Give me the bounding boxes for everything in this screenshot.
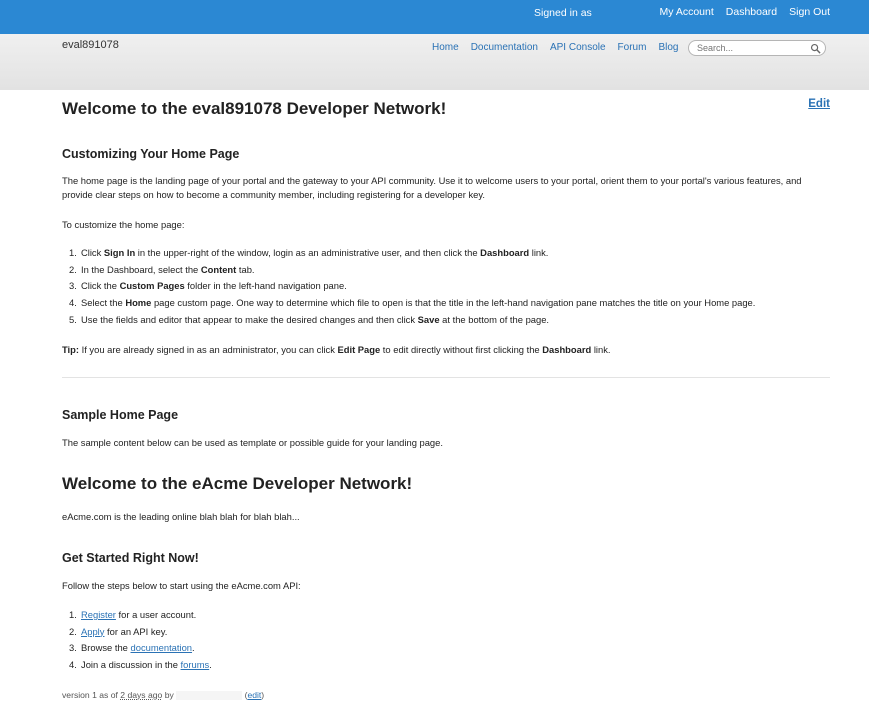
sign-out-link[interactable]: Sign Out bbox=[789, 6, 830, 18]
main-nav: Home Documentation API Console Forum Blo… bbox=[432, 42, 690, 53]
author-name bbox=[176, 691, 243, 701]
customizing-intro: The home page is the landing page of you… bbox=[62, 175, 802, 200]
sample-text: The sample content below can be used as … bbox=[62, 437, 443, 448]
site-header: eval891078 Home Documentation API Consol… bbox=[0, 34, 869, 90]
site-name[interactable]: eval891078 bbox=[62, 39, 119, 51]
list-item: 2. In the Dashboard, select the Content t… bbox=[69, 263, 255, 275]
list-item: 2. Apply for an API key. bbox=[69, 625, 168, 637]
acme-title: Welcome to the eAcme Developer Network! bbox=[62, 474, 413, 493]
page-title: Welcome to the eval891078 Developer Netw… bbox=[62, 99, 447, 118]
version-info: version 1 as of 2 days ago by (edit) bbox=[62, 690, 265, 701]
nav-documentation[interactable]: Documentation bbox=[471, 42, 538, 53]
list-item: 5. Use the fields and editor that appear … bbox=[69, 313, 550, 325]
my-account-link[interactable]: My Account bbox=[659, 6, 713, 18]
to-customize-text: To customize the home page: bbox=[62, 219, 185, 230]
search-box bbox=[688, 40, 826, 56]
list-item: 4. Join a discussion in the forums. bbox=[69, 659, 212, 671]
list-item: 4. Select the Home page custom page. One … bbox=[69, 297, 756, 309]
customize-steps: 1. Click Sign In in the upper-right of th… bbox=[62, 245, 830, 329]
dashboard-link[interactable]: Dashboard bbox=[726, 6, 777, 18]
list-item: 1. Register for a user account. bbox=[69, 609, 197, 620]
register-link[interactable]: Register bbox=[81, 609, 116, 620]
tip-text: Tip: If you are already signed in as an … bbox=[62, 344, 611, 355]
tip-label: Tip: bbox=[62, 344, 80, 355]
apply-link[interactable]: Apply bbox=[81, 626, 104, 637]
version-time: 2 days ago bbox=[120, 690, 163, 700]
edit-link[interactable]: Edit bbox=[808, 98, 830, 110]
acme-steps: 1. Register for a user account. 2. Apply f… bbox=[62, 607, 830, 674]
top-bar: Signed in as My Account Dashboard Sign O… bbox=[0, 0, 869, 34]
list-item: 1. Click Sign In in the upper-right of th… bbox=[69, 247, 549, 258]
signed-in-label: Signed in as bbox=[534, 7, 592, 19]
acme-tagline: eAcme.com is the leading online blah bla… bbox=[62, 511, 300, 522]
divider bbox=[62, 377, 830, 378]
forums-link[interactable]: forums bbox=[181, 659, 210, 670]
follow-text: Follow the steps below to start using th… bbox=[62, 580, 301, 591]
get-started-heading: Get Started Right Now! bbox=[62, 551, 199, 565]
list-item: 3. Click the Custom Pages folder in the l… bbox=[69, 280, 347, 292]
version-edit-link[interactable]: edit bbox=[247, 690, 261, 700]
account-links: My Account Dashboard Sign Out bbox=[647, 6, 830, 18]
nav-home[interactable]: Home bbox=[432, 42, 459, 53]
nav-blog[interactable]: Blog bbox=[658, 42, 678, 53]
nav-api-console[interactable]: API Console bbox=[550, 42, 606, 53]
documentation-link[interactable]: documentation bbox=[131, 642, 193, 653]
nav-forum[interactable]: Forum bbox=[618, 42, 647, 53]
list-item: 3. Browse the documentation. bbox=[69, 642, 195, 654]
search-icon[interactable] bbox=[810, 43, 821, 54]
search-input[interactable] bbox=[697, 41, 807, 55]
customizing-heading: Customizing Your Home Page bbox=[62, 147, 240, 161]
sample-heading: Sample Home Page bbox=[62, 408, 179, 422]
